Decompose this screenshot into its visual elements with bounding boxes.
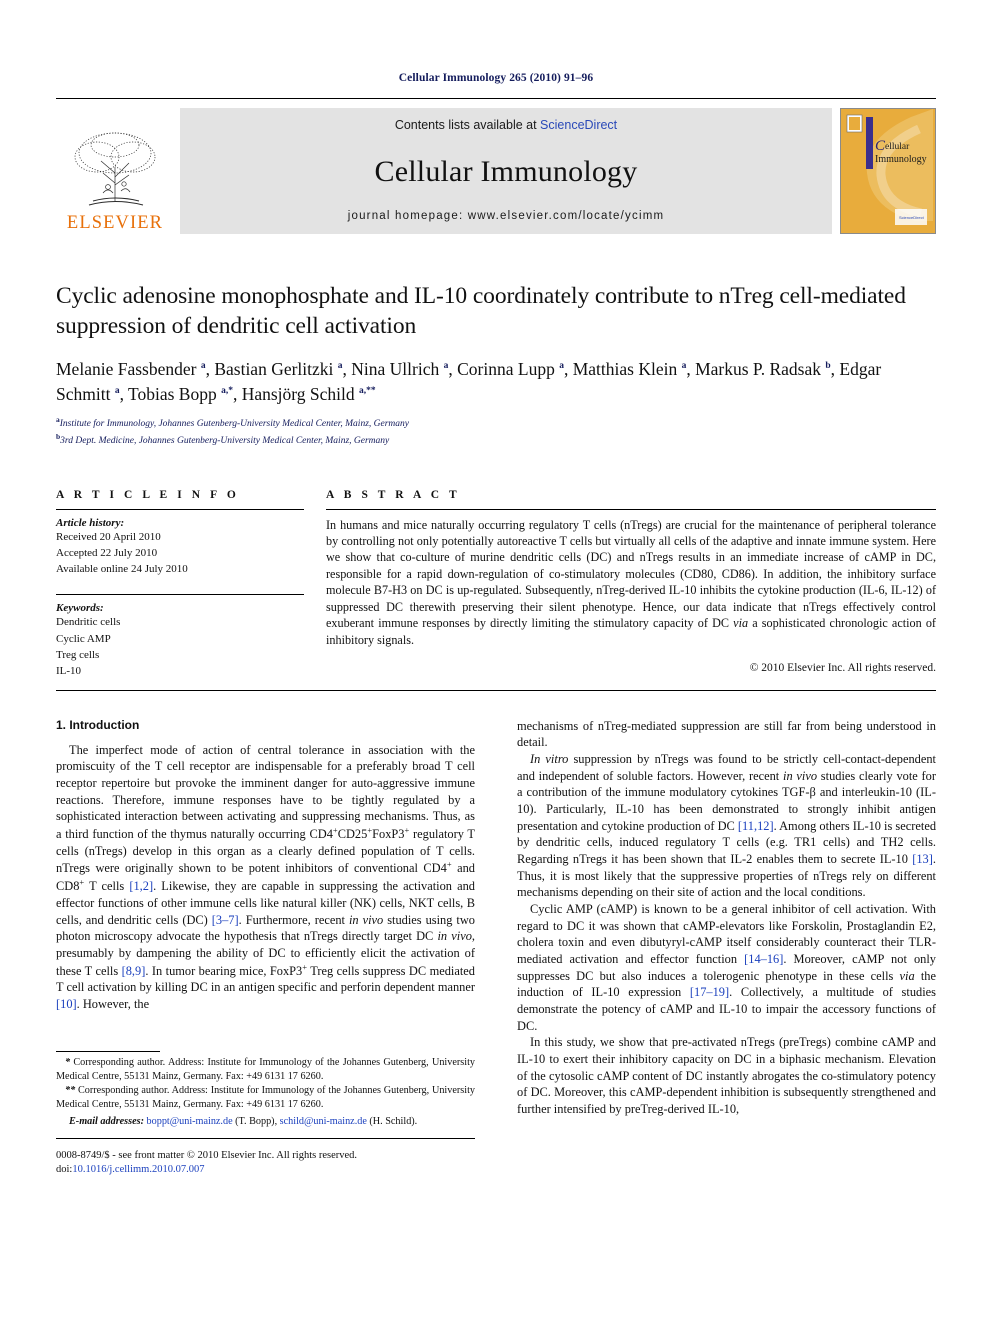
journal-cover-thumbnail: C ellular Immunology ScienceDirect <box>840 108 936 234</box>
sciencedirect-link[interactable]: ScienceDirect <box>540 118 617 132</box>
journal-banner: Contents lists available at ScienceDirec… <box>180 108 832 234</box>
body-paragraph: mechanisms of nTreg-mediated suppression… <box>517 718 936 750</box>
corresponding-author-note-2: ** Corresponding author. Address: Instit… <box>56 1085 475 1111</box>
affiliation-a: aInstitute for Immunology, Johannes Gute… <box>56 414 936 431</box>
corresponding-author-note-1: * Corresponding author. Address: Institu… <box>56 1057 475 1083</box>
issn-doi-line: 0008-8749/$ - see front matter © 2010 El… <box>56 1150 358 1176</box>
body-paragraph: Cyclic AMP (cAMP) is known to be a gener… <box>517 901 937 1033</box>
keyword-item: Dendritic cells <box>56 616 121 629</box>
section-divider-bottom <box>56 689 936 691</box>
article-info-column: A R T I C L E I N F O Article history: R… <box>56 489 304 680</box>
keyword-item: Treg cells <box>56 648 100 661</box>
keywords-list: Dendritic cells Cyclic AMP Treg cells IL… <box>56 614 304 679</box>
affiliation-list: aInstitute for Immunology, Johannes Gute… <box>56 414 936 449</box>
footnote-rule <box>56 1051 160 1053</box>
article-info-heading: A R T I C L E I N F O <box>56 488 240 501</box>
body-paragraph: The imperfect mode of action of central … <box>56 742 476 1012</box>
journal-homepage-link[interactable]: journal homepage: www.elsevier.com/locat… <box>348 210 665 222</box>
contents-prefix-text: Contents lists available at <box>394 118 541 132</box>
elsevier-tree-icon <box>74 132 156 206</box>
elsevier-logo: ELSEVIER <box>56 108 174 234</box>
article-history-list: Received 20 April 2010 Accepted 22 July … <box>56 529 304 578</box>
journal-title: Cellular Immunology <box>374 155 638 188</box>
body-column-right: mechanisms of nTreg-mediated suppression… <box>517 718 936 1188</box>
history-item: Available online 24 July 2010 <box>56 563 188 576</box>
contents-available-line: Contents lists available at ScienceDirec… <box>395 118 617 132</box>
abstract-heading: A B S T R A C T <box>326 488 461 501</box>
keyword-item: Cyclic AMP <box>56 632 111 645</box>
author-list: Melanie Fassbender a, Bastian Gerlitzki … <box>56 359 882 404</box>
svg-text:ScienceDirect: ScienceDirect <box>899 215 925 220</box>
svg-text:ellular: ellular <box>885 142 910 152</box>
elsevier-wordmark: ELSEVIER <box>66 212 164 233</box>
cover-artwork: C ellular Immunology ScienceDirect <box>841 109 933 233</box>
body-paragraph: In this study, we show that pre-activate… <box>517 1035 936 1116</box>
keywords-label: Keywords: <box>56 602 104 615</box>
history-item: Accepted 22 July 2010 <box>56 546 158 559</box>
page-title: Cyclic adenosine monophosphate and IL-10… <box>56 283 906 340</box>
abstract-column: A B S T R A C T In humans and mice natur… <box>326 489 936 680</box>
info-abstract-section: A R T I C L E I N F O Article history: R… <box>56 489 936 680</box>
body-column-left: 1. Introduction The imperfect mode of ac… <box>56 718 475 1188</box>
abstract-text: In humans and mice naturally occurring r… <box>326 517 936 647</box>
paper-page: Cellular Immunology 265 (2010) 91–96 ELS… <box>0 0 992 1323</box>
history-item: Received 20 April 2010 <box>56 530 161 543</box>
keyword-item: IL-10 <box>56 665 82 678</box>
affiliation-text-b: 3rd Dept. Medicine, Johannes Gutenberg-U… <box>60 436 390 447</box>
email-addresses-note: E-mail addresses: boppt@uni-mainz.de (T.… <box>69 1115 418 1127</box>
info-divider-mid <box>56 594 304 596</box>
affiliation-text-a: Institute for Immunology, Johannes Guten… <box>59 419 409 429</box>
abstract-divider-top <box>326 508 936 510</box>
journal-header-band: ELSEVIER Contents lists available at Sci… <box>56 98 936 234</box>
svg-text:Immunology: Immunology <box>875 154 927 165</box>
title-block: Cyclic adenosine monophosphate and IL-10… <box>56 281 936 449</box>
body-columns: 1. Introduction The imperfect mode of ac… <box>56 718 936 1188</box>
introduction-heading: 1. Introduction <box>56 717 140 732</box>
info-divider-top <box>56 508 304 510</box>
keywords-block: Keywords: Dendritic cells Cyclic AMP Tre… <box>56 594 304 679</box>
running-head: Cellular Immunology 265 (2010) 91–96 <box>398 72 594 84</box>
affiliation-b: b3rd Dept. Medicine, Johannes Gutenberg-… <box>56 431 936 448</box>
footnote-area: * Corresponding author. Address: Institu… <box>56 1051 475 1187</box>
abstract-copyright: © 2010 Elsevier Inc. All rights reserved… <box>749 661 936 674</box>
issn-divider <box>56 1137 475 1139</box>
body-paragraph: In vitro suppression by nTregs was found… <box>517 751 937 900</box>
article-history-label: Article history: <box>56 516 125 529</box>
